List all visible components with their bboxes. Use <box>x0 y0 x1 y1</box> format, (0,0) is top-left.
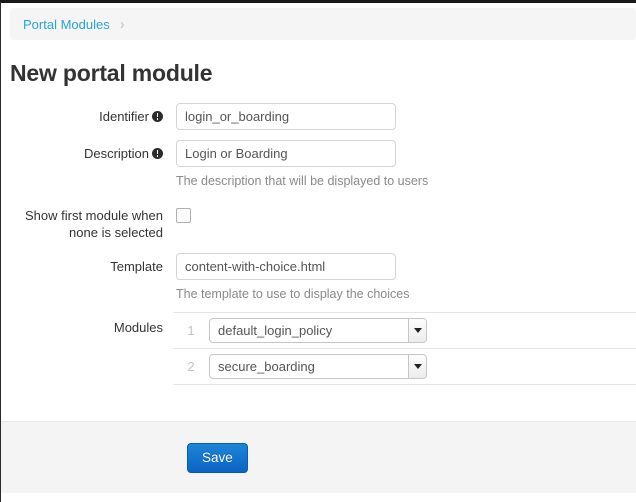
template-label: Template <box>110 259 163 274</box>
form-row-modules: Modules 1 default_login_policy 2 secure_… <box>1 312 636 385</box>
table-row: 2 secure_boarding <box>173 348 636 385</box>
show-first-module-label: Show first module when none is selected <box>24 208 163 240</box>
description-input[interactable] <box>176 140 396 167</box>
form-actions: Save <box>1 421 636 493</box>
breadcrumb: Portal Modules › <box>10 8 636 40</box>
chevron-right-icon: › <box>119 15 125 33</box>
form-row-show-first-module: Show first module when none is selected <box>1 202 636 241</box>
template-control: The template to use to display the choic… <box>173 253 636 302</box>
description-label-text: Description <box>83 146 149 161</box>
module-select-wrapper: default_login_policy <box>209 318 427 343</box>
template-input[interactable] <box>176 253 396 280</box>
template-help-text: The template to use to display the choic… <box>176 287 410 301</box>
description-label: Description <box>1 140 173 162</box>
identifier-control <box>173 103 636 130</box>
breadcrumb-item-portal-modules[interactable]: Portal Modules <box>23 18 110 31</box>
form-row-identifier: Identifier <box>1 103 636 135</box>
form-row-template: Template The template to use to display … <box>1 253 636 302</box>
modules-control: 1 default_login_policy 2 secure_boarding <box>173 312 636 385</box>
modules-row-select-cell: secure_boarding <box>209 348 636 385</box>
description-control: The description that will be displayed t… <box>173 140 636 189</box>
info-icon[interactable] <box>152 111 163 122</box>
info-icon[interactable] <box>152 148 163 159</box>
module-select-wrapper: secure_boarding <box>209 354 427 379</box>
show-first-module-checkbox[interactable] <box>176 208 191 223</box>
modules-row-select-cell: default_login_policy <box>209 312 636 349</box>
modules-row-index: 1 <box>173 312 209 349</box>
modules-label: Modules <box>113 320 163 335</box>
table-row: 1 default_login_policy <box>173 312 636 349</box>
description-help-text: The description that will be displayed t… <box>176 174 429 188</box>
form-row-description: Description The description that will be… <box>1 140 636 189</box>
modules-table: 1 default_login_policy 2 secure_boarding <box>173 312 636 385</box>
identifier-label: Identifier <box>1 103 173 125</box>
module-select-1[interactable]: default_login_policy <box>209 318 427 343</box>
identifier-input[interactable] <box>176 103 396 130</box>
identifier-label-text: Identifier <box>99 109 149 124</box>
modules-row-index: 2 <box>173 348 209 385</box>
page-title: New portal module <box>10 60 213 86</box>
show-first-module-control <box>173 202 636 223</box>
new-portal-module-form: Identifier Description The description t… <box>1 103 636 385</box>
page-root: Portal Modules › New portal module Ident… <box>0 0 636 502</box>
save-button[interactable]: Save <box>187 442 248 473</box>
module-select-2[interactable]: secure_boarding <box>209 354 427 379</box>
